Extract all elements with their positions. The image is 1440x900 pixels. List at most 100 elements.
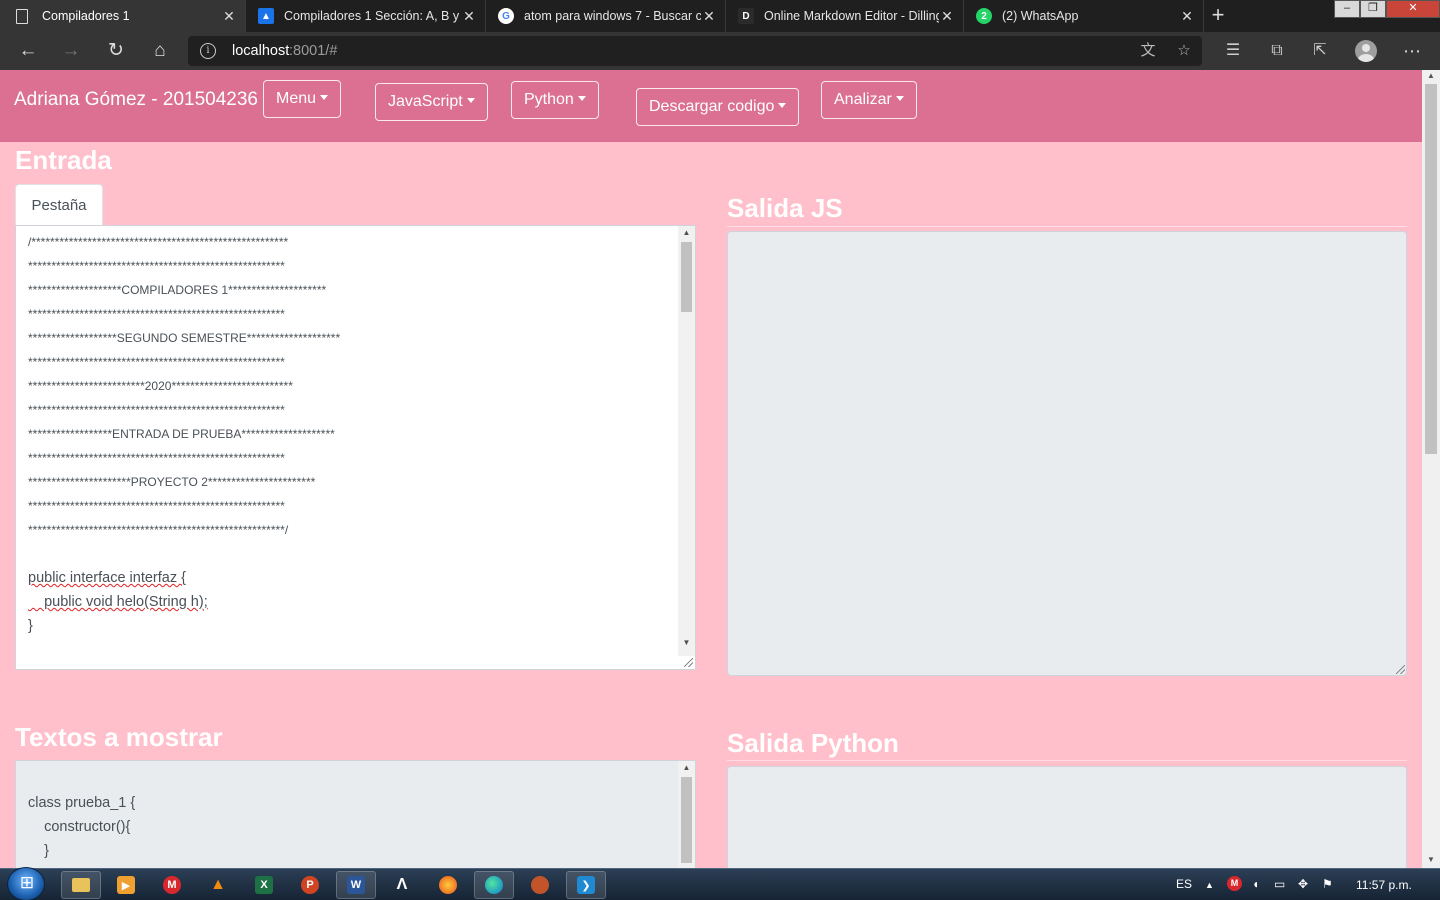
atom-icon: Λ [396, 876, 408, 893]
scroll-up-arrow-icon[interactable]: ▲ [1422, 70, 1440, 82]
textos-scroll-thumb[interactable] [681, 777, 692, 863]
code-line: } [28, 618, 33, 634]
salida-python-title: Salida Python [727, 728, 899, 758]
url-host: localhost [232, 43, 290, 59]
browser-tab-compiladores[interactable]: Compiladores 1 ✕ [0, 0, 246, 32]
tray-expand-icon[interactable]: ▲ [1205, 880, 1214, 890]
more-options-icon[interactable]: ⋯ [1401, 40, 1423, 62]
maximize-icon[interactable]: ❐ [1360, 0, 1386, 18]
taskbar-word[interactable]: W [336, 871, 376, 899]
back-arrow-icon[interactable]: ← [15, 38, 41, 64]
caret-down-icon [895, 96, 904, 101]
scroll-down-arrow-icon[interactable]: ▼ [678, 636, 695, 650]
tab-title: atom para windows 7 - Buscar con [524, 9, 701, 23]
close-icon[interactable]: ✕ [701, 8, 717, 25]
taskbar-app[interactable] [520, 871, 560, 899]
divider [727, 226, 1407, 227]
profile-avatar-icon[interactable] [1355, 40, 1377, 62]
language-indicator[interactable]: ES [1176, 877, 1192, 891]
taskbar-edge[interactable] [474, 871, 514, 899]
scroll-up-arrow-icon[interactable]: ▲ [678, 761, 695, 775]
taskbar-media-player[interactable]: ▶ [106, 871, 146, 899]
browser-tab-google[interactable]: G atom para windows 7 - Buscar con ✕ [486, 0, 726, 32]
powerpoint-icon: P [301, 876, 319, 894]
info-icon[interactable]: i [200, 43, 216, 59]
minimize-icon[interactable]: – [1334, 0, 1360, 18]
start-button-icon[interactable] [7, 867, 46, 900]
code-line: ****************************************… [28, 403, 285, 417]
taskbar-vlc[interactable]: ▲ [198, 871, 238, 899]
editor-lines: /***************************************… [28, 230, 673, 638]
menu-dropdown-button[interactable]: Menu [263, 80, 342, 118]
editor-scroll-thumb[interactable] [681, 242, 692, 312]
caret-down-icon [577, 96, 586, 101]
dropbox-icon[interactable]: ✥ [1298, 877, 1308, 891]
home-icon[interactable]: ⌂ [147, 38, 173, 64]
volume-icon[interactable]: ◖ [1252, 877, 1259, 891]
close-icon[interactable]: ✕ [1179, 8, 1195, 25]
resize-handle-icon[interactable] [684, 658, 693, 667]
browser-tab-dillinger[interactable]: D Online Markdown Editor - Dillinger ✕ [726, 0, 964, 32]
code-line: ****************************************… [28, 355, 285, 369]
close-icon[interactable]: ✕ [939, 8, 955, 25]
forward-arrow-icon[interactable]: → [58, 38, 84, 64]
descargar-codigo-dropdown-button[interactable]: Descargar codigo [636, 88, 800, 126]
excel-icon: X [255, 876, 273, 894]
editor-scrollbar[interactable]: ▲ ▼ [678, 226, 695, 656]
action-center-flag-icon[interactable]: ⚑ [1322, 877, 1333, 891]
python-dropdown-button[interactable]: Python [511, 81, 599, 119]
resize-handle-icon[interactable] [1396, 665, 1405, 674]
network-icon[interactable]: ▭ [1274, 877, 1285, 891]
code-line: } [28, 843, 49, 859]
code-line: ****************************************… [28, 307, 285, 321]
close-icon[interactable]: ✕ [461, 8, 477, 25]
taskbar-powerpoint[interactable]: P [290, 871, 330, 899]
salida-js-output[interactable] [727, 231, 1407, 676]
favorites-icon[interactable]: ☰ [1222, 40, 1244, 62]
salida-python-output[interactable] [727, 766, 1407, 868]
address-bar[interactable]: i localhost :8001/# 文 ☆ [188, 36, 1202, 66]
caret-down-icon [778, 103, 787, 108]
mega-tray-icon[interactable]: M [1227, 876, 1242, 891]
browser-tab-classroom[interactable]: ▲ Compiladores 1 Sección: A, B y C ✕ [246, 0, 486, 32]
textos-output[interactable]: class prueba_1 { constructor(){ } ▲ [15, 760, 696, 868]
whatsapp-icon: 2 [976, 8, 992, 24]
new-tab-plus-icon[interactable]: + [1206, 4, 1230, 28]
analizar-dropdown-button[interactable]: Analizar [821, 81, 917, 119]
browser-tab-whatsapp[interactable]: 2 (2) WhatsApp ✕ [964, 0, 1204, 32]
tab-title: Compiladores 1 [42, 9, 130, 23]
page-scrollbar[interactable]: ▲ ▼ [1422, 70, 1440, 868]
vlc-cone-icon: ▲ [210, 876, 226, 893]
page-scroll-thumb[interactable] [1425, 84, 1437, 454]
windows-taskbar: ▶ M ▲ X P W Λ ❯ ES ▲ M ◖ ▭ ✥ ⚑ 11:57 p.m… [0, 867, 1440, 900]
star-icon[interactable]: ☆ [1174, 41, 1194, 61]
share-icon[interactable]: ⇱ [1309, 40, 1331, 62]
code-line: ****************************************… [28, 451, 285, 465]
taskbar-clock[interactable]: 11:57 p.m. [1356, 878, 1412, 892]
taskbar-explorer[interactable] [61, 871, 101, 899]
refresh-icon[interactable]: ↻ [103, 38, 129, 64]
textos-scrollbar[interactable]: ▲ [678, 761, 695, 868]
taskbar-firefox[interactable] [428, 871, 468, 899]
taskbar-mega[interactable]: M [152, 871, 192, 899]
collections-icon[interactable]: ⧉ [1266, 40, 1288, 62]
close-icon[interactable]: ✕ [221, 8, 237, 25]
entrada-code-editor[interactable]: /***************************************… [15, 225, 696, 670]
javascript-dropdown-label: JavaScript [388, 93, 463, 110]
code-line: /***************************************… [28, 235, 289, 249]
tab-title: Online Markdown Editor - Dillinger [764, 9, 939, 23]
code-line: public void helo(String h); [28, 594, 208, 610]
taskbar-atom[interactable]: Λ [382, 871, 422, 899]
code-line: public interface interfaz { [28, 570, 186, 586]
scroll-up-arrow-icon[interactable]: ▲ [678, 226, 695, 240]
tab-pestana[interactable]: Pestaña [15, 184, 103, 226]
translate-icon[interactable]: 文 [1138, 41, 1158, 61]
javascript-dropdown-button[interactable]: JavaScript [375, 83, 488, 121]
taskbar-excel[interactable]: X [244, 871, 284, 899]
scroll-down-arrow-icon[interactable]: ▼ [1422, 854, 1440, 866]
page-viewport: Adriana Gómez - 201504236 Menu JavaScrip… [0, 70, 1422, 868]
tab-title: (2) WhatsApp [1002, 9, 1079, 23]
window-close-icon[interactable]: ✕ [1386, 0, 1440, 18]
taskbar-vscode[interactable]: ❯ [566, 871, 606, 899]
google-icon: G [498, 8, 514, 24]
